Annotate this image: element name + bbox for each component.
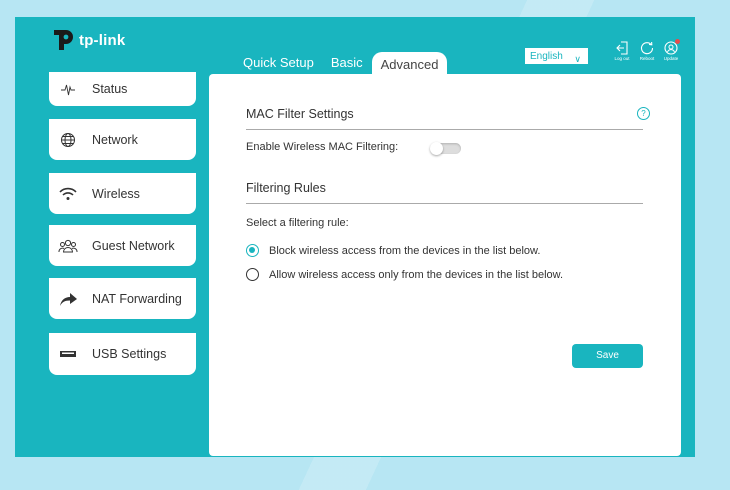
sidebar-item-guest-network[interactable]: Guest Network [49, 225, 196, 266]
reboot-icon [641, 41, 654, 55]
toggle-knob [430, 142, 443, 155]
tab-basic[interactable]: Basic [323, 53, 372, 76]
reboot-button[interactable]: Reboot [634, 41, 660, 61]
tp-link-logo-icon [54, 30, 73, 50]
usb-icon [49, 349, 87, 359]
sidebar-item-nat-forwarding[interactable]: NAT Forwarding [49, 278, 196, 319]
pulse-icon [49, 81, 87, 97]
tp-link-logo: tp-link [52, 28, 125, 52]
notification-dot [675, 39, 680, 44]
chevron-down-icon: ∨ [574, 54, 581, 64]
enable-mac-filtering-label: Enable Wireless MAC Filtering: [246, 141, 399, 153]
radio-button-checked[interactable] [246, 244, 259, 257]
rule-option-label: Block wireless access from the devices i… [269, 244, 541, 257]
help-icon[interactable]: ? [637, 107, 650, 120]
radio-button[interactable] [246, 268, 259, 281]
logout-button[interactable]: Log out [609, 41, 635, 61]
logout-icon [616, 41, 628, 55]
sidebar-item-usb-settings[interactable]: USB Settings [49, 333, 196, 375]
section-divider [246, 203, 643, 204]
section-divider [246, 129, 643, 130]
rule-option-label: Allow wireless access only from the devi… [269, 268, 564, 281]
mac-filter-title: MAC Filter Settings [246, 107, 354, 121]
sidebar-item-label: USB Settings [92, 347, 167, 361]
sidebar-item-wireless[interactable]: Wireless [49, 173, 196, 214]
tab-advanced[interactable]: Advanced [371, 52, 448, 76]
sidebar-item-label: NAT Forwarding [92, 291, 182, 306]
sidebar-item-label: Guest Network [92, 238, 175, 253]
users-icon [49, 238, 87, 254]
logo-text: tp-link [79, 31, 126, 49]
tab-quick-setup[interactable]: Quick Setup [235, 53, 323, 76]
language-selected: English [530, 51, 563, 62]
rule-option-allow[interactable]: Allow wireless access only from the devi… [246, 268, 563, 281]
rule-option-block[interactable]: Block wireless access from the devices i… [246, 244, 540, 257]
main-panel: MAC Filter Settings ? Enable Wireless MA… [209, 74, 681, 456]
top-tabs: Quick Setup Basic Advanced [235, 52, 448, 76]
reboot-label: Reboot [639, 56, 655, 61]
filtering-rules-title: Filtering Rules [246, 181, 326, 195]
sidebar-item-label: Wireless [92, 186, 140, 201]
select-rule-label: Select a filtering rule: [246, 217, 349, 229]
update-button[interactable]: Update [658, 39, 684, 61]
globe-icon [49, 132, 87, 148]
save-button[interactable]: Save [572, 344, 643, 368]
logout-label: Log out [614, 56, 630, 61]
sidebar-item-label: Status [92, 82, 128, 96]
sidebar-item-label: Network [92, 132, 138, 147]
sidebar-item-status[interactable]: Status [49, 72, 196, 106]
mac-filtering-toggle[interactable] [430, 142, 461, 155]
language-select[interactable]: English ∨ [525, 48, 588, 64]
forward-arrow-icon [49, 291, 87, 307]
router-admin-window: tp-link Quick Setup Basic Advanced Engli… [15, 17, 695, 457]
sidebar-item-network[interactable]: Network [49, 119, 196, 160]
wifi-icon [49, 187, 87, 201]
update-label: Update [663, 56, 679, 61]
